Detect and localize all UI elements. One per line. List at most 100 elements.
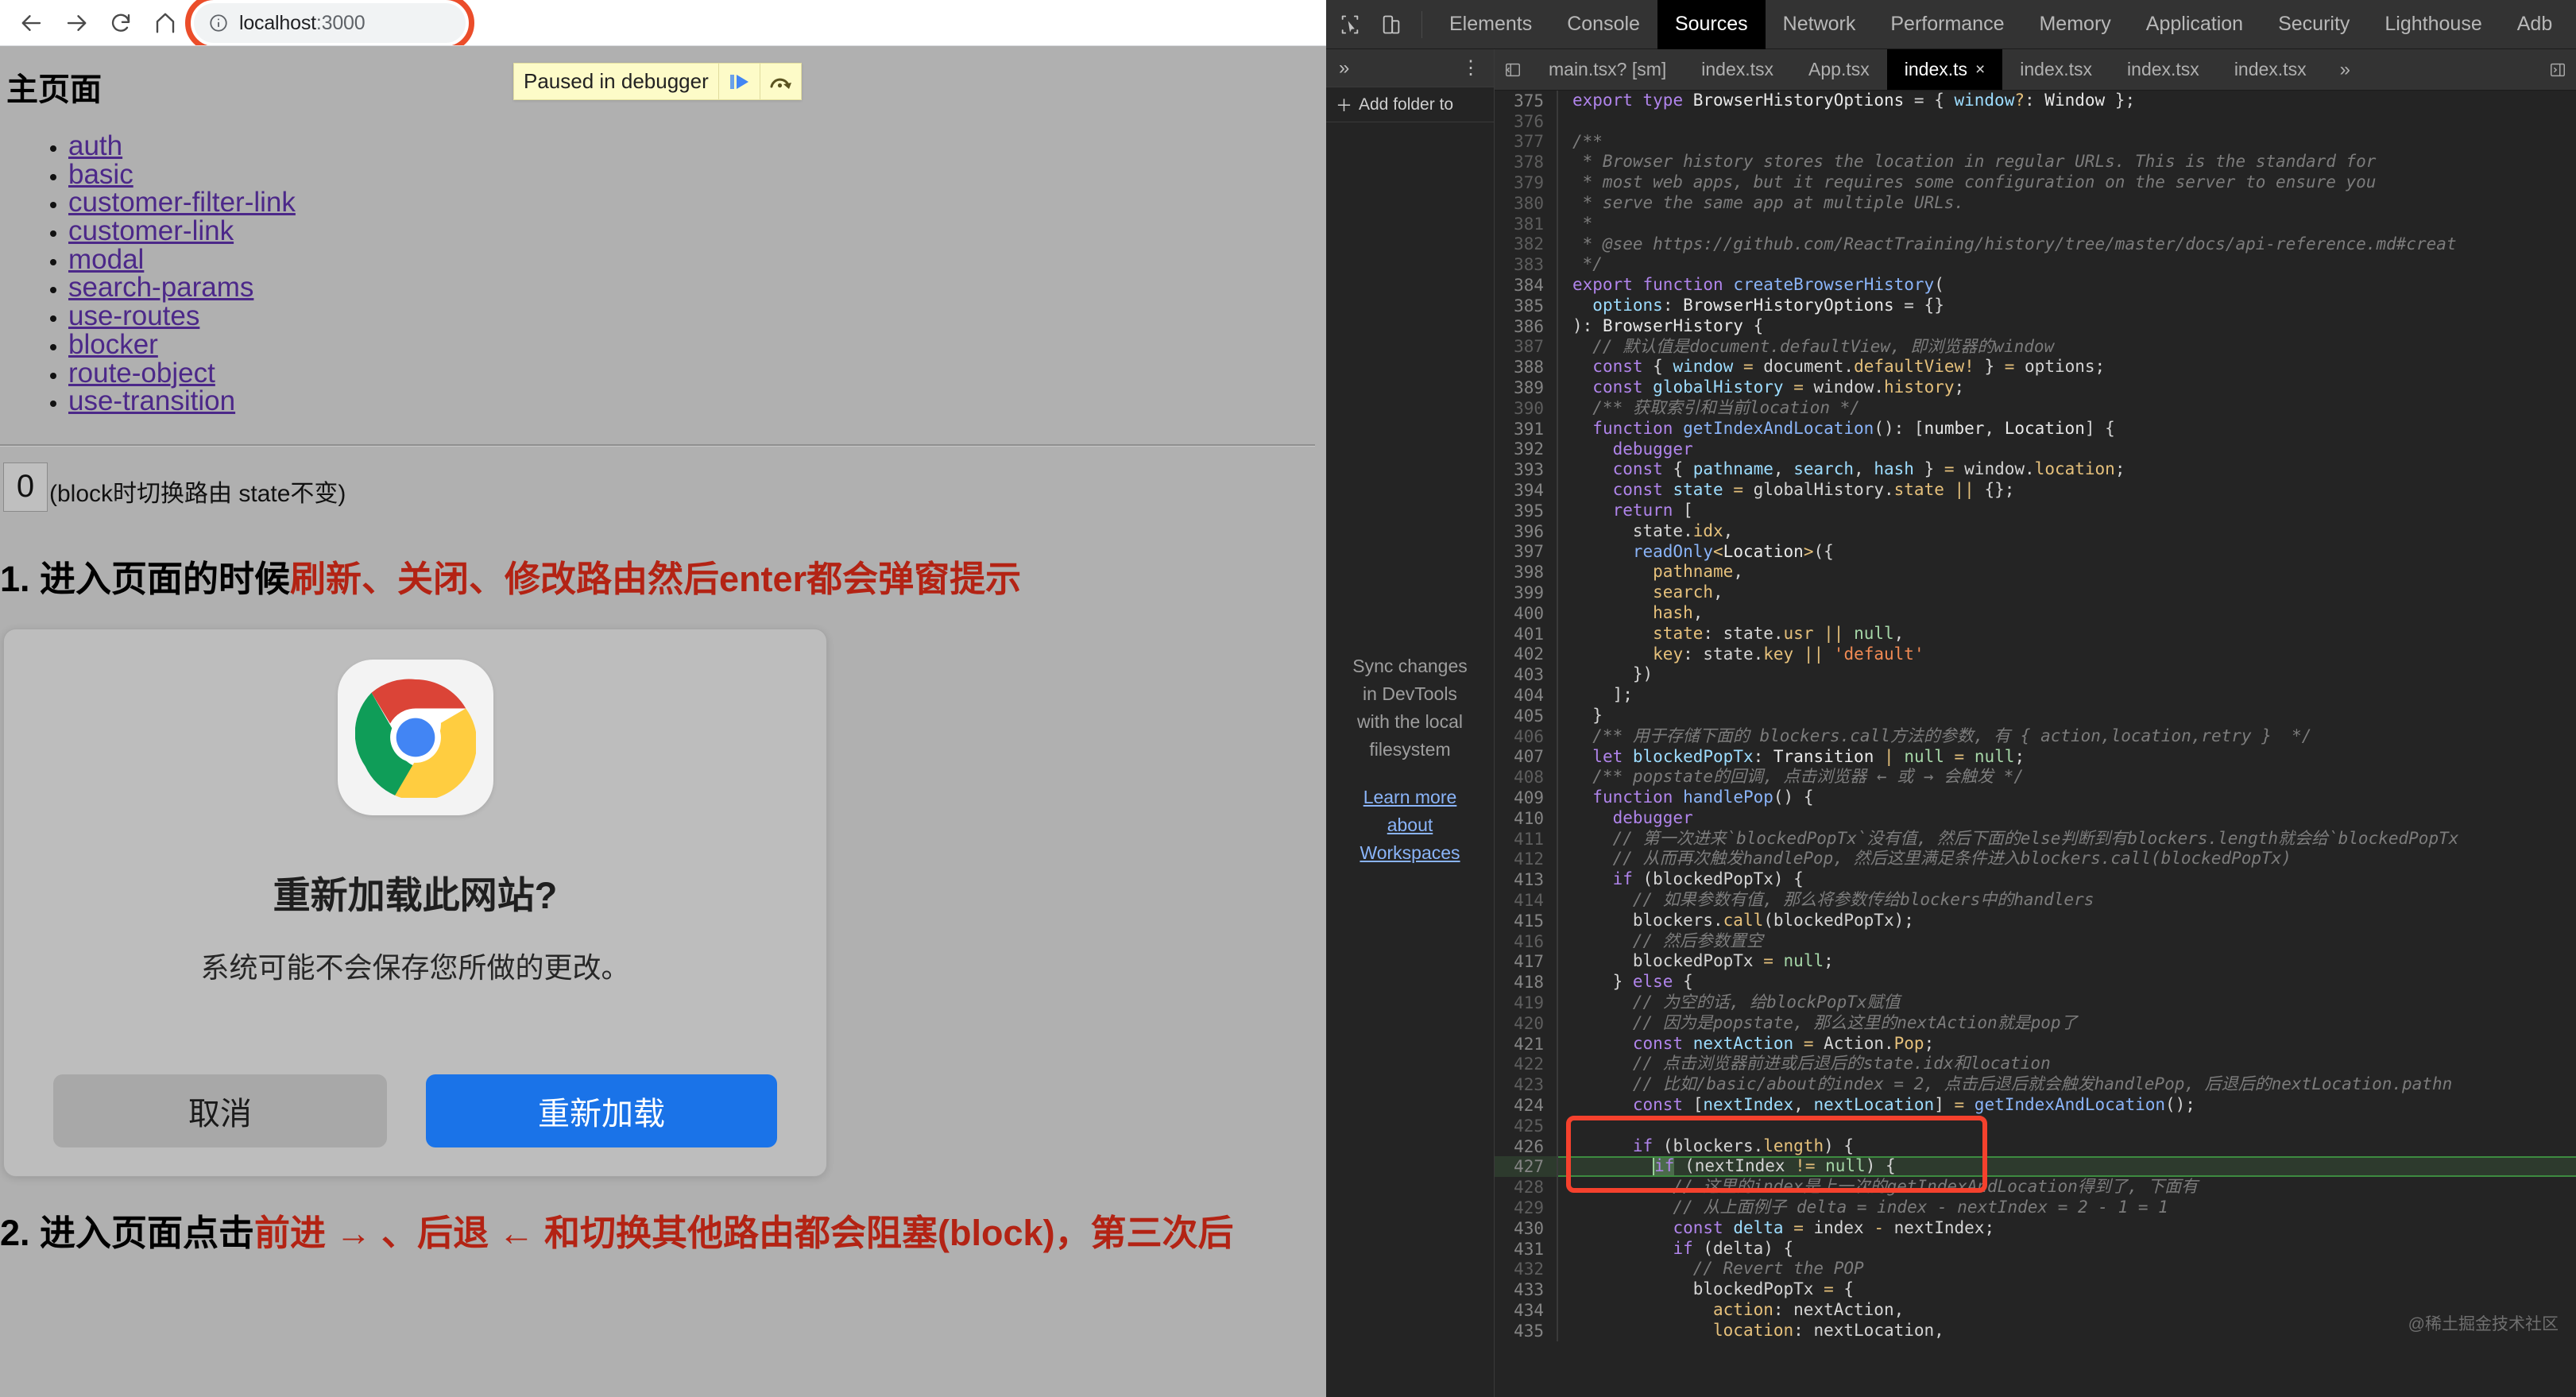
line-number[interactable]: 403 [1495, 665, 1557, 684]
line-number[interactable]: 392 [1495, 439, 1557, 459]
code-line[interactable]: 429 // 从上面例子 delta = index - nextIndex =… [1495, 1198, 2576, 1218]
code-line[interactable]: 419 // 为空的话, 给blockPopTx赋值 [1495, 993, 2576, 1013]
line-number[interactable]: 384 [1495, 276, 1557, 295]
tab-memory[interactable]: Memory [2021, 0, 2128, 49]
line-number[interactable]: 417 [1495, 952, 1557, 971]
code-line[interactable]: 380 * serve the same app at multiple URL… [1495, 192, 2576, 214]
add-folder-to-workspace-button[interactable]: ＋ Add folder to [1326, 87, 1494, 122]
line-number[interactable]: 418 [1495, 973, 1557, 992]
learn-more-workspaces-link[interactable]: Learn more about Workspaces [1348, 784, 1472, 867]
code-line[interactable]: 376 [1495, 110, 2576, 132]
code-line[interactable]: 400 hash, [1495, 602, 2576, 624]
tab-performance[interactable]: Performance [1873, 0, 2021, 49]
code-line[interactable]: 417 blockedPopTx = null; [1495, 951, 2576, 973]
tab-application[interactable]: Application [2129, 0, 2261, 49]
line-number[interactable]: 375 [1495, 91, 1557, 110]
line-number[interactable]: 419 [1495, 993, 1557, 1012]
step-over-icon[interactable] [759, 64, 801, 99]
code-line[interactable]: 433 blockedPopTx = { [1495, 1279, 2576, 1301]
reload-button[interactable] [99, 2, 143, 44]
route-link-use-transition[interactable]: use-transition [68, 385, 235, 416]
line-number[interactable]: 382 [1495, 234, 1557, 253]
tab-security[interactable]: Security [2261, 0, 2367, 49]
code-line[interactable]: 407 let blockedPopTx: Transition | null … [1495, 746, 2576, 768]
line-number[interactable]: 395 [1495, 501, 1557, 520]
route-link-basic[interactable]: basic [68, 159, 133, 190]
route-link-customer-filter-link[interactable]: customer-filter-link [68, 187, 296, 218]
file-tab-index-ts-active[interactable]: index.ts × [1886, 49, 2003, 90]
line-number[interactable]: 408 [1495, 768, 1557, 787]
line-number[interactable]: 422 [1495, 1055, 1557, 1074]
route-link-use-routes[interactable]: use-routes [68, 300, 199, 331]
code-line[interactable]: 412 // 从而再次触发handlePop, 然后这里满足条件进入blocke… [1495, 849, 2576, 870]
file-tab-main-tsx[interactable]: main.tsx? [sm] [1531, 49, 1684, 90]
line-number[interactable]: 393 [1495, 460, 1557, 479]
code-line[interactable]: 403 }) [1495, 664, 2576, 686]
cancel-button[interactable]: 取消 [53, 1074, 387, 1147]
code-line[interactable]: 379 * most web apps, but it requires som… [1495, 172, 2576, 193]
line-number[interactable]: 391 [1495, 420, 1557, 439]
code-line[interactable]: 414 // 如果参数有值, 那么将参数传给blockers中的handlers [1495, 890, 2576, 911]
route-link-auth[interactable]: auth [68, 130, 122, 161]
line-number[interactable]: 383 [1495, 255, 1557, 274]
file-tab-app-tsx[interactable]: App.tsx [1791, 49, 1887, 90]
code-line[interactable]: 426 if (blockers.length) { [1495, 1136, 2576, 1157]
code-line[interactable]: 387 // 默认值是document.defaultView, 即浏览器的wi… [1495, 336, 2576, 358]
code-line[interactable]: 418 } else { [1495, 972, 2576, 993]
line-number[interactable]: 385 [1495, 296, 1557, 315]
code-line[interactable]: 382 * @see https://github.com/ReactTrain… [1495, 234, 2576, 255]
tab-sources[interactable]: Sources [1657, 0, 1766, 49]
line-number[interactable]: 401 [1495, 625, 1557, 644]
code-scroll-area[interactable]: 375 export type BrowserHistoryOptions = {… [1495, 91, 2576, 1397]
route-link-customer-link[interactable]: customer-link [68, 215, 234, 246]
line-number[interactable]: 432 [1495, 1260, 1557, 1279]
code-line[interactable]: 427 if (nextIndex != null) { [1495, 1156, 2576, 1178]
line-number[interactable]: 424 [1495, 1096, 1557, 1115]
code-line[interactable]: 421 const nextAction = Action.Pop; [1495, 1033, 2576, 1055]
line-number[interactable]: 378 [1495, 153, 1557, 172]
code-line[interactable]: 428 // 这里的index是上一次的getIndexAndLocation得… [1495, 1177, 2576, 1198]
route-link-search-params[interactable]: search-params [68, 272, 253, 303]
line-number[interactable]: 405 [1495, 706, 1557, 726]
tab-network[interactable]: Network [1766, 0, 1874, 49]
line-number[interactable]: 396 [1495, 522, 1557, 541]
route-link-blocker[interactable]: blocker [68, 329, 158, 360]
route-link-route-object[interactable]: route-object [68, 358, 215, 389]
code-line[interactable]: 399 search, [1495, 582, 2576, 603]
line-number[interactable]: 376 [1495, 112, 1557, 131]
tab-console[interactable]: Console [1549, 0, 1657, 49]
line-number[interactable]: 400 [1495, 604, 1557, 623]
line-number[interactable]: 381 [1495, 215, 1557, 234]
line-number[interactable]: 410 [1495, 809, 1557, 828]
line-number[interactable]: 420 [1495, 1014, 1557, 1033]
code-editor[interactable]: 375 export type BrowserHistoryOptions = {… [1495, 91, 2576, 1397]
code-line[interactable]: 381 * [1495, 213, 2576, 234]
line-number[interactable]: 411 [1495, 830, 1557, 849]
code-line[interactable]: 406 /** 用于存储下面的 blockers.call方法的参数, 有 { … [1495, 726, 2576, 747]
code-line[interactable]: 385 options: BrowserHistoryOptions = {} [1495, 295, 2576, 316]
code-line[interactable]: 375 export type BrowserHistoryOptions = {… [1495, 91, 2576, 111]
code-line[interactable]: 392 debugger [1495, 439, 2576, 460]
file-tab-index-tsx-4[interactable]: index.tsx [2217, 49, 2324, 90]
info-circle-icon[interactable] [208, 13, 229, 33]
line-number[interactable]: 430 [1495, 1219, 1557, 1238]
code-line[interactable]: 423 // 比如/basic/about的index = 2, 点击后退后就会… [1495, 1074, 2576, 1096]
code-line[interactable]: 408 /** popstate的回调, 点击浏览器 ← 或 → 会触发 */ [1495, 767, 2576, 788]
code-line[interactable]: 389 const globalHistory = window.history… [1495, 377, 2576, 398]
line-number[interactable]: 377 [1495, 132, 1557, 151]
code-line[interactable]: 420 // 因为是popstate, 那么这里的nextAction就是pop… [1495, 1012, 2576, 1034]
code-line[interactable]: 432 // Revert the POP [1495, 1259, 2576, 1280]
line-number[interactable]: 421 [1495, 1035, 1557, 1054]
route-link-modal[interactable]: modal [68, 244, 144, 275]
line-number[interactable]: 394 [1495, 481, 1557, 500]
line-number[interactable]: 426 [1495, 1137, 1557, 1156]
line-number[interactable]: 412 [1495, 849, 1557, 869]
resume-script-icon[interactable] [717, 64, 760, 99]
close-icon[interactable]: × [1975, 60, 1985, 79]
home-button[interactable] [143, 2, 188, 44]
line-number[interactable]: 388 [1495, 358, 1557, 377]
line-number[interactable]: 409 [1495, 788, 1557, 807]
code-line[interactable]: 397 readOnly<Location>({ [1495, 541, 2576, 563]
code-line[interactable]: 384 export function createBrowserHistory( [1495, 275, 2576, 296]
line-number[interactable]: 386 [1495, 317, 1557, 336]
